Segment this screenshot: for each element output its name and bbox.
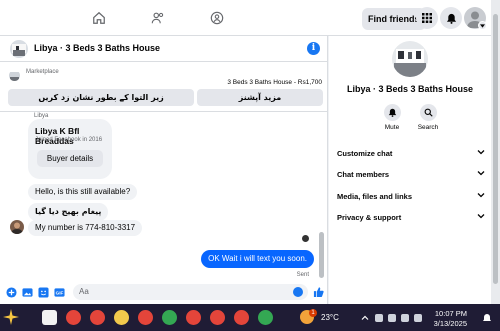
friends-icon[interactable] — [148, 8, 168, 28]
buyer-joined: Joined Facebook in 2016 — [35, 137, 103, 143]
buyer-name: Libya K Bfl Breaddas — [35, 126, 80, 146]
search-button[interactable]: Search — [413, 104, 443, 131]
sender-avatar — [10, 220, 24, 234]
chevron-down-icon[interactable] — [478, 21, 487, 30]
seen-indicator — [302, 235, 309, 242]
clock-time[interactable]: 10:07 PM — [431, 309, 467, 318]
listing-title-price[interactable]: 3 Beds 3 Baths House - Rs1,700 — [227, 79, 322, 86]
chat-header: Libya · 3 Beds 3 Baths House i — [0, 36, 328, 62]
widgets-icon[interactable] — [42, 310, 57, 325]
chat-title[interactable]: Libya · 3 Beds 3 Baths House — [34, 43, 160, 53]
grid-menu-icon[interactable] — [416, 7, 438, 29]
onedrive-icon[interactable] — [375, 314, 383, 322]
gif-icon[interactable]: GIF — [54, 287, 65, 298]
mute-button[interactable]: Mute — [377, 104, 407, 131]
section-customize-chat[interactable]: Customize chat — [337, 149, 485, 158]
sent-message-bubble: OK Wait i will text you soon. — [201, 250, 314, 268]
chevron-down-icon — [477, 193, 485, 198]
marketplace-banner: Marketplace 3 Beds 3 Baths House - Rs1,7… — [0, 63, 328, 111]
search-icon — [419, 104, 437, 121]
chrome-icon[interactable] — [90, 310, 105, 325]
mark-as-pending-button[interactable]: زیر التوا کے بطور نشان زد کریں — [8, 89, 194, 106]
volume-icon[interactable] — [414, 314, 422, 322]
section-media-files-links[interactable]: Media, files and links — [337, 192, 485, 201]
chrome-icon[interactable] — [114, 310, 129, 325]
chrome-icon[interactable] — [234, 310, 249, 325]
facebook-top-bar: Find friends — [0, 0, 500, 36]
clock-date[interactable]: 3/13/2025 — [427, 319, 467, 328]
bell-icon[interactable] — [440, 7, 462, 29]
chevron-down-icon — [477, 214, 485, 219]
chrome-icon[interactable] — [162, 310, 177, 325]
thumbs-up-icon[interactable] — [313, 286, 324, 298]
listing-avatar[interactable] — [10, 40, 28, 58]
thread-scrollbar[interactable] — [319, 232, 324, 278]
listing-avatar-large[interactable] — [392, 41, 428, 77]
section-chat-members[interactable]: Chat members — [337, 170, 485, 179]
chat-panel: Libya · 3 Beds 3 Baths House i Marketpla… — [0, 36, 328, 304]
message-bubble: Hello, is this still available? — [28, 184, 138, 200]
notification-bell-icon[interactable] — [482, 313, 492, 323]
more-options-button[interactable]: مزید آپشنز — [197, 89, 323, 106]
windows-taskbar: 1 23°C 10:07 PM 3/13/2025 — [0, 304, 500, 331]
weather-badge: 1 — [309, 309, 317, 317]
groups-icon[interactable] — [207, 8, 227, 28]
message-composer: GIF Aa — [0, 280, 328, 304]
page-scrollbar-thumb[interactable] — [493, 14, 498, 284]
chrome-icon[interactable] — [210, 310, 225, 325]
chevron-down-icon — [477, 150, 485, 155]
message-bubble: پیغام بھیج دیا گیا — [28, 203, 109, 221]
marketplace-label: Marketplace — [26, 69, 59, 75]
message-thread: Libya Libya K Bfl Breaddas Joined Facebo… — [0, 112, 328, 280]
section-label: Chat members — [337, 170, 390, 179]
sent-status: Sent — [296, 272, 309, 278]
language-icon[interactable] — [388, 314, 396, 322]
sticker-icon[interactable] — [38, 287, 49, 298]
plus-icon[interactable] — [6, 287, 17, 298]
section-label: Privacy & support — [337, 213, 402, 222]
home-icon[interactable] — [89, 8, 109, 28]
mute-label: Mute — [384, 124, 400, 131]
chrome-icon[interactable] — [138, 310, 153, 325]
temperature[interactable]: 23°C — [321, 313, 339, 322]
info-title: Libya · 3 Beds 3 Baths House — [346, 84, 474, 94]
section-label: Customize chat — [337, 149, 393, 158]
chevron-up-icon[interactable] — [361, 314, 369, 322]
chrome-icon[interactable] — [66, 310, 81, 325]
message-input[interactable]: Aa — [73, 284, 308, 300]
chrome-icon[interactable] — [258, 310, 273, 325]
message-bubble: My number is 774-810-3317 — [28, 220, 143, 236]
buyer-details-button[interactable]: Buyer details — [37, 150, 103, 167]
chevron-down-icon — [477, 171, 485, 176]
emoji-icon[interactable] — [293, 287, 303, 297]
section-privacy-support[interactable]: Privacy & support — [337, 213, 485, 222]
section-label: Media, files and links — [337, 192, 413, 201]
bell-icon — [383, 104, 401, 121]
image-icon[interactable] — [22, 287, 33, 298]
page-scrollbar[interactable] — [491, 0, 500, 304]
wifi-icon[interactable] — [401, 314, 409, 322]
chrome-icon[interactable] — [186, 310, 201, 325]
copilot-sparkle-icon[interactable] — [2, 308, 20, 326]
listing-thumbnail[interactable] — [9, 70, 20, 81]
info-icon[interactable]: i — [307, 42, 320, 55]
svg-text:GIF: GIF — [56, 291, 64, 296]
search-label: Search — [417, 124, 439, 131]
chat-info-panel: Libya · 3 Beds 3 Baths House Mute Search… — [329, 36, 491, 304]
buyer-profile-card: Libya K Bfl Breaddas Joined Facebook in … — [28, 119, 112, 179]
